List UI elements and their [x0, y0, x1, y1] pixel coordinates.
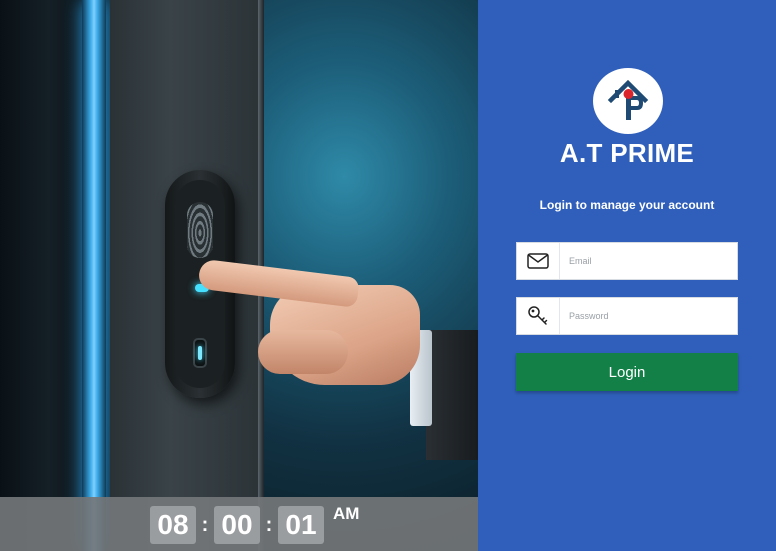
clock-separator: :: [201, 513, 209, 536]
login-button[interactable]: Login: [516, 353, 738, 391]
clock-minutes: 00: [214, 506, 260, 544]
email-input[interactable]: [560, 243, 737, 279]
password-field[interactable]: [516, 297, 738, 335]
clock-seconds: 01: [278, 506, 324, 544]
envelope-icon: [517, 243, 560, 279]
digital-clock: 08 : 00 : 01: [150, 506, 324, 544]
hand-fingers: [258, 330, 348, 374]
login-panel: A.T PRIME Login to manage your account L…: [478, 0, 776, 551]
brand-logo: [593, 68, 663, 134]
clock-separator: :: [265, 513, 273, 536]
door-light-strip: [82, 0, 106, 551]
suit-sleeve: [426, 330, 478, 460]
lock-keyhole: [193, 338, 207, 368]
password-input[interactable]: [560, 298, 737, 334]
key-icon: [517, 298, 560, 334]
door-frame: [0, 0, 82, 551]
brand-name: A.T PRIME: [559, 138, 695, 168]
hero-photo: [0, 0, 478, 551]
clock-period: AM: [333, 504, 360, 523]
login-subtitle: Login to manage your account: [539, 198, 715, 212]
email-field[interactable]: [516, 242, 738, 280]
fingerprint-sensor: [187, 202, 213, 258]
house-pin-logo-icon: [607, 79, 649, 120]
clock-hours: 08: [150, 506, 196, 544]
